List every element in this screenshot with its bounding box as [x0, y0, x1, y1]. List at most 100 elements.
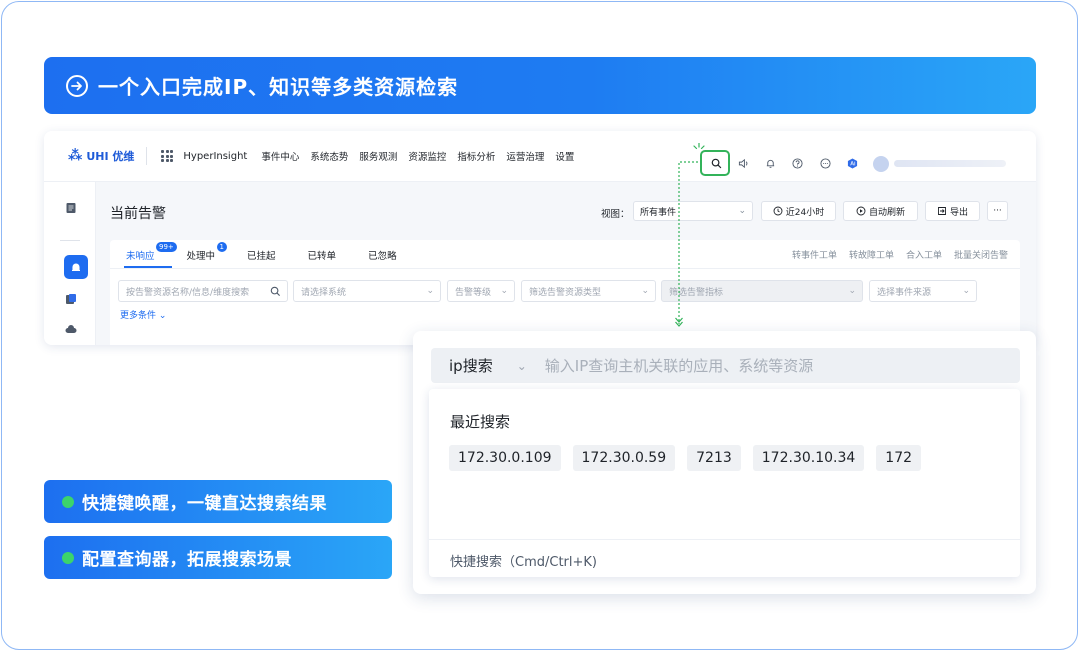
system-select[interactable]: 请选择系统 ⌄ — [293, 280, 441, 302]
shortcut-hint: 快捷搜索（Cmd/Ctrl+K) — [450, 555, 597, 570]
recent-search-chip[interactable]: 172.30.10.34 — [752, 445, 865, 471]
bulk-close-link[interactable]: 批量关闭告警 — [954, 248, 1008, 261]
sidebar-divider — [60, 240, 80, 241]
chevron-down-icon: ⌄ — [962, 286, 970, 296]
nav-item-metric-analysis[interactable]: 指标分析 — [457, 149, 495, 163]
chevron-down-icon: ⌄ — [158, 311, 167, 321]
nav-item-events[interactable]: 事件中心 — [261, 149, 299, 163]
clock-icon — [773, 206, 783, 216]
main-nav: 事件中心 系统态势 服务观测 资源监控 指标分析 运营治理 设置 — [261, 149, 585, 163]
more-conditions-link[interactable]: 更多条件 ⌄ — [120, 308, 166, 321]
logo-text: UHI 优维 — [86, 150, 135, 163]
recent-search-chip[interactable]: 172 — [876, 445, 922, 471]
export-label: 导出 — [949, 207, 968, 218]
keyword-placeholder: 按告警资源名称/信息/维度搜索 — [126, 287, 250, 298]
tab-suspended[interactable]: 已挂起 — [247, 248, 276, 262]
search-popup: ip搜索 ⌄ 输入IP查询主机关联的应用、系统等资源 最近搜索 172.30.0… — [413, 331, 1036, 594]
chat-icon[interactable] — [819, 157, 831, 169]
logo: ⁂ UHI 优维 — [68, 148, 134, 164]
sidebar — [44, 182, 96, 345]
search-input[interactable]: 输入IP查询主机关联的应用、系统等资源 — [545, 355, 813, 376]
tab-label: 未响应 — [126, 251, 155, 262]
badge-list-icon[interactable] — [65, 293, 77, 305]
document-icon[interactable] — [65, 202, 77, 214]
tab-processing[interactable]: 处理中 1 — [186, 242, 227, 262]
dotted-connector — [675, 161, 702, 327]
nav-item-resource-monitor[interactable]: 资源监控 — [408, 149, 446, 163]
alarm-icon — [72, 263, 80, 272]
more-actions-button[interactable]: ··· — [987, 201, 1008, 221]
panel-divider — [429, 539, 1020, 540]
keyword-search-input[interactable]: 按告警资源名称/信息/维度搜索 — [118, 280, 288, 302]
headline-title: 一个入口完成IP、知识等多类资源检索 — [98, 75, 459, 99]
bell-icon[interactable] — [764, 157, 776, 169]
chevron-down-icon: ⌄ — [641, 286, 649, 296]
speaker-icon[interactable] — [737, 157, 749, 169]
chevron-down-icon: ⌄ — [848, 286, 856, 296]
tab-label: 处理中 — [186, 251, 216, 262]
recent-search-chip[interactable]: 172.30.0.109 — [449, 445, 561, 471]
headline-banner: 一个入口完成IP、知识等多类资源检索 — [44, 57, 1036, 114]
nav-item-service-observe[interactable]: 服务观测 — [359, 149, 397, 163]
resource-type-select[interactable]: 筛选告警资源类型 ⌄ — [521, 280, 656, 302]
tab-transferred[interactable]: 已转单 — [308, 248, 337, 262]
export-icon — [938, 207, 946, 215]
resource-type-placeholder: 筛选告警资源类型 — [529, 287, 602, 298]
more-actions-label: ··· — [993, 206, 1002, 216]
feature-label: 快捷键唤醒，一键直达搜索结果 — [82, 494, 327, 514]
green-dot-icon — [62, 551, 74, 564]
help-icon[interactable] — [791, 157, 803, 169]
avatar[interactable] — [873, 156, 889, 172]
nav-item-settings[interactable]: 设置 — [555, 149, 574, 163]
chevron-down-icon: ⌄ — [738, 206, 746, 216]
tab-divider — [110, 268, 1020, 269]
nav-item-operations[interactable]: 运营治理 — [506, 149, 544, 163]
merge-ticket-link[interactable]: 合入工单 — [906, 248, 942, 261]
event-source-placeholder: 选择事件来源 — [877, 287, 932, 298]
event-source-select[interactable]: 选择事件来源 ⌄ — [869, 280, 977, 302]
cloud-icon[interactable] — [65, 323, 77, 335]
convert-fault-ticket-link[interactable]: 转故障工单 — [849, 248, 894, 261]
feature-pill-shortcut: 快捷键唤醒，一键直达搜索结果 — [44, 480, 392, 523]
chevron-down-icon: ⌄ — [500, 286, 508, 296]
sidebar-item-alarms[interactable] — [64, 255, 88, 279]
ai-assistant-icon[interactable] — [846, 157, 858, 169]
play-circle-icon — [856, 206, 866, 216]
divider — [146, 147, 148, 165]
tab-label: 已忽略 — [368, 251, 397, 262]
tab-label: 已转单 — [307, 251, 337, 262]
tab-unresponded[interactable]: 未响应 99+ — [126, 242, 177, 262]
app-grid-icon[interactable] — [161, 150, 174, 162]
bulk-actions: 转事件工单 转故障工单 合入工单 批量关闭告警 — [792, 248, 1008, 261]
count-badge: 99+ — [156, 242, 177, 252]
system-placeholder: 请选择系统 — [301, 287, 347, 298]
alarm-card: 未响应 99+ 处理中 1 已挂起 已转单 已忽略 转事件工单 转故障工单 合入… — [110, 240, 1020, 345]
logo-icon: ⁂ — [68, 148, 83, 164]
green-dot-icon — [62, 495, 74, 508]
recent-search-chip[interactable]: 172.30.0.59 — [572, 445, 676, 471]
export-button[interactable]: 导出 — [925, 201, 980, 221]
recent-search-chip[interactable]: 7213 — [687, 445, 741, 471]
search-dropdown-panel: 最近搜索 172.30.0.109 172.30.0.59 7213 172.3… — [429, 389, 1020, 577]
chevron-down-icon[interactable]: ⌄ — [517, 359, 527, 373]
top-navbar: ⁂ UHI 优维 HyperInsight 事件中心 系统态势 服务观测 资源监… — [44, 131, 1036, 182]
recent-search-title: 最近搜索 — [450, 413, 511, 431]
brand-name[interactable]: HyperInsight — [183, 151, 247, 162]
page-title: 当前告警 — [110, 206, 166, 222]
time-range-label: 近24小时 — [785, 207, 825, 218]
tab-ignored[interactable]: 已忽略 — [368, 248, 397, 262]
time-range-button[interactable]: 近24小时 — [761, 201, 836, 221]
count-badge: 1 — [216, 242, 227, 252]
more-conditions-label: 更多条件 — [120, 311, 157, 321]
global-search-bar[interactable]: ip搜索 ⌄ 输入IP查询主机关联的应用、系统等资源 — [431, 348, 1020, 383]
search-icon — [270, 286, 281, 297]
level-placeholder: 告警等级 — [455, 287, 492, 298]
app-window: ⁂ UHI 优维 HyperInsight 事件中心 系统态势 服务观测 资源监… — [44, 131, 1036, 345]
search-type-select[interactable]: ip搜索 — [449, 355, 493, 376]
user-name-blurred — [894, 160, 1006, 167]
auto-refresh-button[interactable]: 自动刷新 — [843, 201, 918, 221]
level-select[interactable]: 告警等级 ⌄ — [447, 280, 515, 302]
nav-item-system-status[interactable]: 系统态势 — [310, 149, 348, 163]
convert-event-ticket-link[interactable]: 转事件工单 — [792, 248, 837, 261]
main-content: 当前告警 视图： 所有事件 ⌄ 近24小时 自动刷新 导出 ··· 未响应 99… — [96, 182, 1036, 345]
